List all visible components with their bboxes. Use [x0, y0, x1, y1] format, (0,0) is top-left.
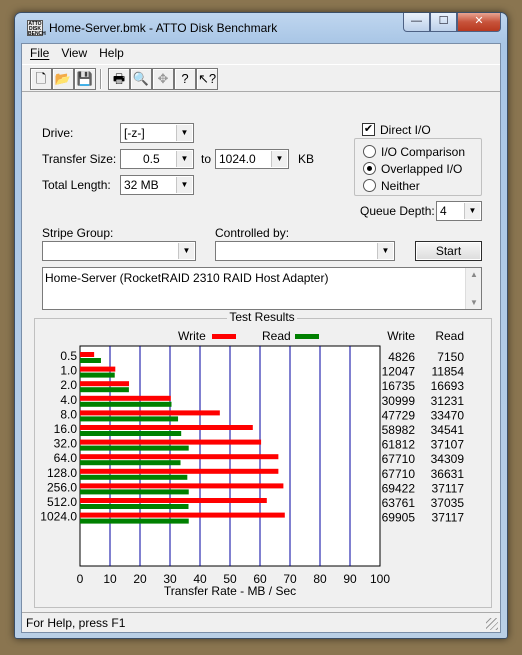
write-value: 47729	[382, 408, 416, 422]
x-tick-label: 80	[313, 572, 327, 586]
category-label: 2.0	[60, 378, 77, 392]
status-text: For Help, press F1	[26, 616, 126, 630]
read-value: 31231	[431, 394, 465, 408]
results-chart: 0 10 20 30 40 50 60 70 80 90 100Transfer Rate - MB…	[40, 329, 465, 598]
write-value: 67710	[382, 452, 416, 466]
read-column-header: Read	[435, 329, 464, 343]
write-bar	[80, 498, 267, 503]
write-bar	[80, 454, 279, 460]
write-bar	[80, 366, 116, 372]
x-tick-label: 90	[343, 572, 357, 586]
write-bar	[80, 381, 130, 387]
write-value: 16735	[382, 379, 416, 393]
category-label: 128.0	[47, 466, 77, 480]
x-tick-label: 10	[103, 572, 117, 586]
write-value: 67710	[382, 467, 416, 481]
close-button[interactable]: ✕	[457, 13, 501, 32]
write-bar	[80, 468, 279, 474]
legend-read-label: Read	[262, 329, 291, 343]
write-value: 61812	[382, 438, 416, 452]
read-value: 16693	[431, 379, 465, 393]
write-bar	[80, 439, 262, 445]
atto-app-icon[interactable]: ATTO DISK BENCH	[27, 20, 46, 37]
write-value: 69905	[382, 511, 416, 525]
client-area: File View Help 🗋 📂 💾 🖶 🔍 ✥ ? ↖? Drive: […	[21, 43, 501, 633]
write-bar	[80, 410, 220, 416]
read-value: 33470	[431, 408, 465, 422]
write-value: 12047	[382, 365, 416, 379]
read-bar	[80, 504, 189, 509]
read-bar	[80, 489, 189, 495]
read-value: 34309	[431, 452, 465, 466]
read-bar	[80, 474, 188, 480]
write-column-header: Write	[387, 329, 415, 343]
title-bar[interactable]: ATTO DISK BENCH Home-Server.bmk - ATTO D…	[15, 13, 507, 43]
read-bar	[80, 401, 172, 407]
x-axis-label: Transfer Rate - MB / Sec	[164, 584, 296, 598]
read-value: 37117	[432, 511, 465, 525]
category-label: 1024.0	[40, 510, 77, 524]
read-bar	[80, 372, 115, 378]
app-window: ATTO DISK BENCH Home-Server.bmk - ATTO D…	[14, 12, 508, 639]
category-label: 0.5	[60, 349, 77, 363]
write-value: 58982	[382, 423, 416, 437]
write-bar	[80, 483, 284, 489]
write-bar	[80, 352, 95, 357]
legend-write-label: Write	[178, 329, 206, 343]
write-value: 63761	[382, 496, 416, 510]
maximize-button[interactable]: ☐	[430, 13, 457, 32]
write-bar	[80, 512, 285, 518]
resize-grip-icon[interactable]	[486, 618, 498, 630]
read-bar	[80, 460, 181, 466]
window-title: Home-Server.bmk - ATTO Disk Benchmark	[49, 21, 278, 35]
read-bar	[80, 518, 189, 524]
write-value: 4826	[388, 350, 415, 364]
category-label: 4.0	[60, 393, 77, 407]
read-value: 36631	[431, 467, 465, 481]
x-tick-label: 0	[77, 572, 84, 586]
read-value: 11854	[432, 365, 465, 379]
write-bar	[80, 395, 171, 401]
write-value: 69422	[382, 481, 416, 495]
category-label: 8.0	[60, 407, 77, 421]
category-label: 64.0	[54, 451, 78, 465]
legend-write-swatch	[212, 334, 236, 339]
read-bar	[80, 416, 179, 422]
read-bar	[80, 431, 182, 436]
write-bar	[80, 425, 253, 430]
category-label: 32.0	[54, 437, 78, 451]
status-bar: For Help, press F1	[22, 612, 500, 632]
category-label: 16.0	[54, 422, 78, 436]
read-value: 37117	[432, 481, 465, 495]
read-value: 37035	[431, 496, 465, 510]
x-tick-label: 20	[133, 572, 147, 586]
read-bar	[80, 445, 189, 451]
write-value: 30999	[382, 394, 416, 408]
x-tick-label: 100	[370, 572, 390, 586]
read-bar	[80, 387, 129, 393]
legend-read-swatch	[295, 334, 319, 339]
category-label: 256.0	[47, 480, 77, 494]
read-value: 37107	[431, 438, 465, 452]
category-label: 512.0	[47, 495, 77, 509]
read-value: 34541	[431, 423, 465, 437]
category-label: 1.0	[60, 364, 77, 378]
minimize-button[interactable]: —	[403, 13, 430, 32]
read-bar	[80, 358, 101, 363]
read-value: 7150	[437, 350, 464, 364]
